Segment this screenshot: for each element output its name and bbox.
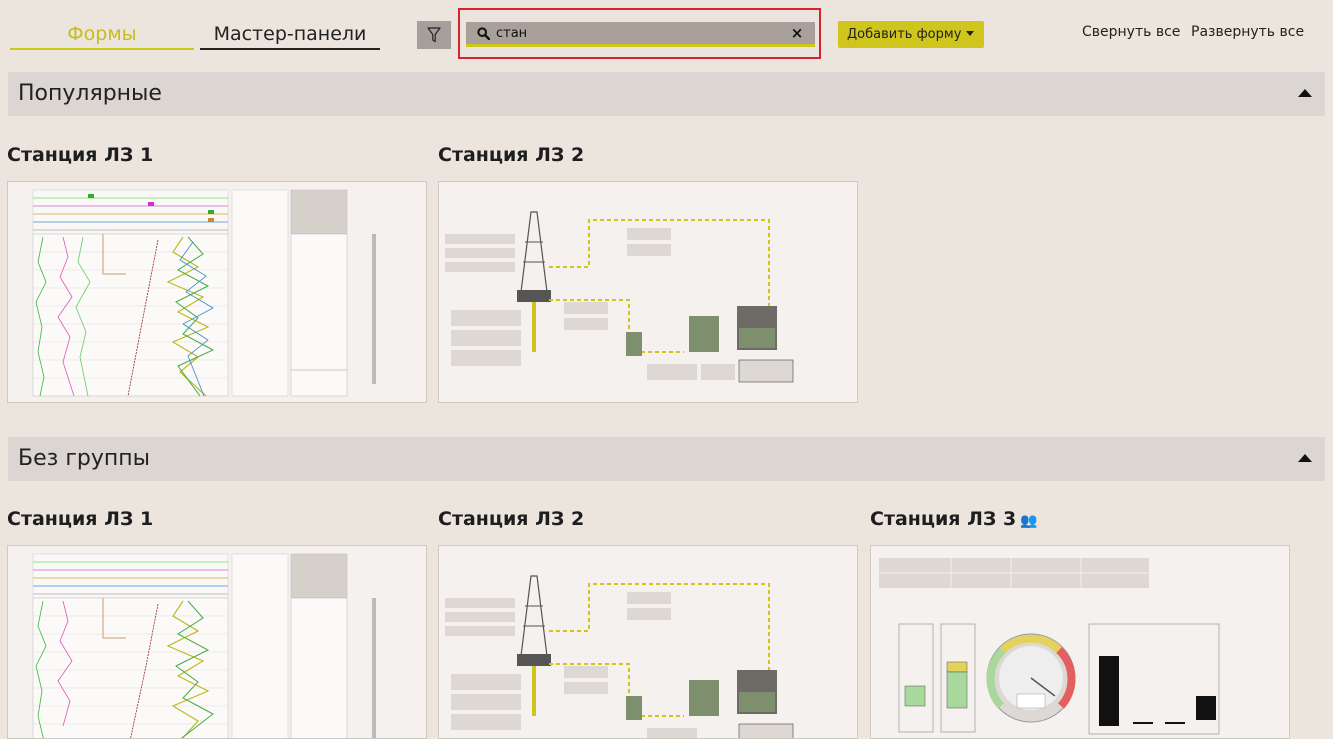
filter-button[interactable] (417, 21, 451, 49)
filter-icon (427, 27, 441, 43)
form-thumbnail-station-lz3[interactable] (870, 545, 1290, 739)
group-header-no-group[interactable]: Без группы (8, 437, 1325, 481)
collapse-arrow-icon[interactable] (1298, 454, 1312, 462)
card-title[interactable]: Станция ЛЗ 2 (438, 144, 584, 166)
tab-dashboards[interactable]: Мастер-панели (200, 20, 380, 50)
well-log-preview (8, 546, 426, 738)
form-thumbnail-station-lz2[interactable] (438, 181, 858, 403)
add-form-button[interactable]: Добавить форму (838, 21, 984, 48)
card-title-text: Станция ЛЗ 3 (870, 508, 1017, 530)
drilling-rig-preview (439, 546, 857, 738)
card-title[interactable]: Станция ЛЗ 1 (7, 144, 153, 166)
search-icon (472, 23, 494, 43)
collapse-all-button[interactable]: Свернуть все (1082, 24, 1180, 40)
form-thumbnail-station-lz1[interactable] (7, 545, 427, 739)
expand-all-button[interactable]: Развернуть все (1191, 24, 1304, 40)
well-log-preview (8, 182, 426, 402)
card-title[interactable]: Станция ЛЗ 3 👥 (870, 508, 1038, 530)
card-title[interactable]: Станция ЛЗ 2 (438, 508, 584, 530)
form-thumbnail-station-lz2[interactable] (438, 545, 858, 739)
drilling-rig-preview (439, 182, 857, 402)
gauges-preview (871, 546, 1289, 738)
top-bar: Формы Мастер-панели × Добавить форму Све… (0, 0, 1333, 70)
clear-search-icon[interactable]: × (787, 24, 807, 42)
add-form-label: Добавить форму (847, 27, 962, 42)
users-icon: 👥 (1020, 513, 1038, 529)
group-title: Популярные (18, 81, 162, 106)
caret-down-icon (966, 31, 975, 36)
search-highlight: × (458, 8, 821, 59)
tab-forms[interactable]: Формы (10, 20, 194, 50)
search-input[interactable] (494, 22, 787, 44)
group-title: Без группы (18, 446, 150, 471)
group-header-popular[interactable]: Популярные (8, 72, 1325, 116)
search-box: × (466, 22, 815, 47)
form-thumbnail-station-lz1[interactable] (7, 181, 427, 403)
card-title[interactable]: Станция ЛЗ 1 (7, 508, 153, 530)
collapse-arrow-icon[interactable] (1298, 89, 1312, 97)
